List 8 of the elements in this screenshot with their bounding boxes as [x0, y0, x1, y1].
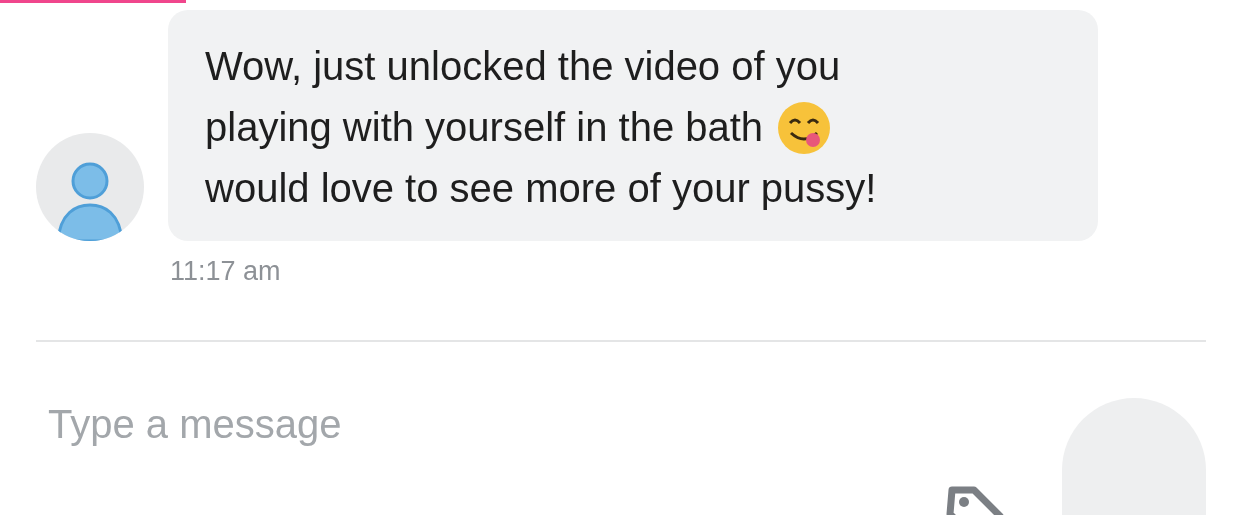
- emoji-icon: [777, 100, 832, 155]
- tag-icon[interactable]: [946, 486, 1004, 515]
- message-text: would love to see more of your pussy!: [205, 165, 877, 212]
- avatar-icon: [36, 133, 144, 241]
- message-text: Wow, just unlocked the video of you: [205, 43, 841, 90]
- message-time: 11:17 am: [170, 255, 281, 288]
- message-text: playing with yourself in the bath: [205, 104, 764, 151]
- message-input[interactable]: Type a message: [48, 393, 848, 454]
